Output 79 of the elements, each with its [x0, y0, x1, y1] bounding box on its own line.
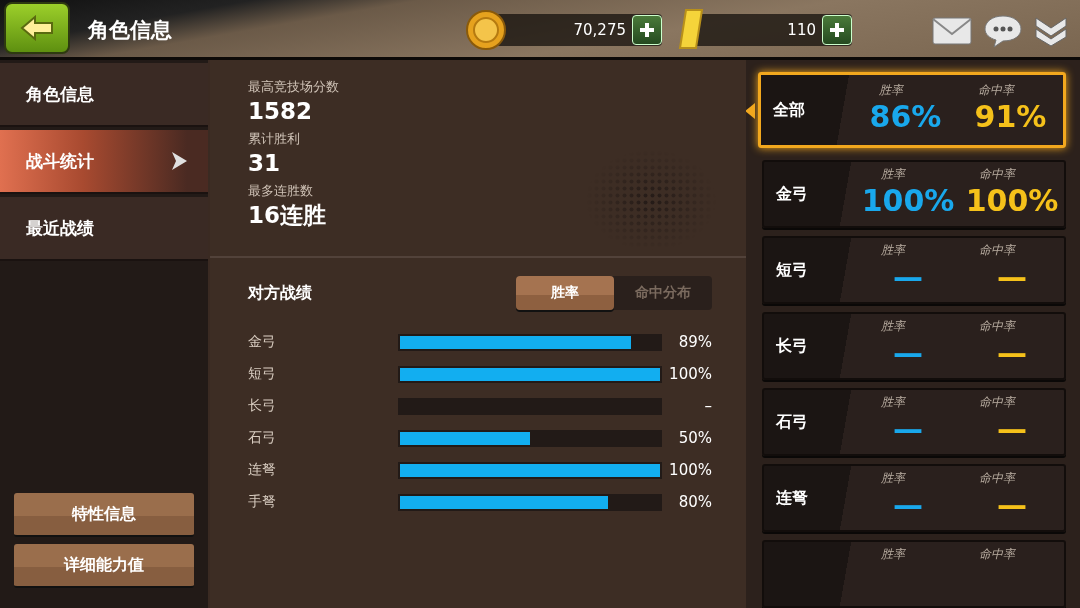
weapon-label: 手弩: [248, 493, 277, 511]
mail-icon[interactable]: [932, 16, 972, 46]
weapon-name: 石弓: [776, 411, 808, 431]
weapon-label: 连弩: [248, 461, 277, 479]
add-ingots-button[interactable]: [822, 15, 852, 45]
section-title: 对方战绩: [248, 282, 312, 304]
win-rate-label: 胜率: [881, 242, 905, 259]
coin-amount: 70,275: [572, 21, 627, 39]
sidebar-item[interactable]: 战斗统计: [0, 130, 208, 194]
win-rate-value: —: [893, 487, 923, 523]
stat-label: 最高竞技场分数: [248, 78, 340, 96]
double-chevron-icon[interactable]: [1034, 15, 1068, 47]
bar-reading: 100%: [668, 461, 712, 479]
chat-icon[interactable]: [984, 14, 1022, 48]
hit-rate-label: 命中率: [979, 318, 1015, 335]
win-rate-value: 86%: [869, 99, 942, 135]
bar-reading: 50%: [677, 429, 712, 447]
chevron-right-icon: [170, 151, 188, 171]
sidebar-button[interactable]: 特性信息: [14, 493, 194, 537]
hit-rate-label: 命中率: [979, 470, 1015, 487]
win-rate-value: —: [893, 411, 923, 447]
hit-rate-value: —: [997, 335, 1027, 371]
weapon-name: 全部: [773, 99, 805, 119]
stat-value: 16连胜: [248, 201, 327, 230]
win-rate-label: 胜率: [881, 394, 905, 411]
win-rate-label: 胜率: [881, 166, 905, 183]
hit-rate-label: 命中率: [979, 394, 1015, 411]
weapon-card[interactable]: 金弓 胜率 100% 命中率 100%: [762, 160, 1066, 228]
hit-rate-label: 命中率: [977, 82, 1014, 99]
win-rate-value: 100%: [861, 183, 955, 219]
weapon-name: 长弓: [776, 335, 808, 355]
plus-icon: [639, 22, 655, 38]
hit-rate-value: —: [997, 411, 1027, 447]
coin-icon: [466, 10, 506, 50]
weapon-card[interactable]: 连弩 胜率 — 命中率 —: [762, 464, 1066, 532]
back-button[interactable]: [4, 2, 70, 54]
weapon-name: 连弩: [776, 487, 808, 507]
sidebar-item[interactable]: 最近战绩: [0, 197, 208, 261]
add-coins-button[interactable]: [632, 15, 662, 45]
pointer-icon: [746, 103, 755, 119]
weapon-name: 金弓: [776, 183, 808, 203]
toggle-tab[interactable]: 胜率: [516, 276, 614, 310]
stat-label: 累计胜利: [248, 130, 301, 148]
bar-reading: 89%: [677, 333, 712, 351]
sidebar-button[interactable]: 详细能力值: [14, 544, 194, 588]
bar-reading: 80%: [677, 493, 712, 511]
weapon-name: 短弓: [776, 259, 808, 279]
win-rate-label: 胜率: [881, 318, 905, 335]
hit-rate-label: 命中率: [979, 166, 1015, 183]
hit-rate-label: 命中率: [979, 546, 1015, 563]
weapon-label: 石弓: [248, 429, 277, 447]
left-arrow-icon: [20, 15, 54, 41]
hit-rate-value: —: [997, 259, 1027, 295]
hit-rate-value: —: [997, 487, 1027, 523]
win-rate-label: 胜率: [881, 546, 905, 563]
win-rate-label: 胜率: [878, 82, 903, 99]
sidebar-item[interactable]: 角色信息: [0, 63, 208, 127]
win-rate-value: —: [893, 335, 923, 371]
ingot-icon: [678, 8, 704, 50]
win-rate-label: 胜率: [881, 470, 905, 487]
hit-rate-value: 100%: [965, 183, 1059, 219]
stat-label: 最多连胜数: [248, 182, 314, 200]
weapon-card[interactable]: 石弓 胜率 — 命中率 —: [762, 388, 1066, 456]
hit-rate-label: 命中率: [979, 242, 1015, 259]
bar-reading: –: [703, 397, 712, 415]
weapon-card[interactable]: 短弓 胜率 — 命中率 —: [762, 236, 1066, 304]
weapon-label: 金弓: [248, 333, 277, 351]
page-title: 角色信息: [88, 17, 172, 44]
hit-rate-value: 91%: [974, 99, 1047, 135]
win-rate-value: —: [893, 259, 923, 295]
weapon-card[interactable]: 胜率 命中率: [762, 540, 1066, 608]
stat-value: 1582: [248, 97, 313, 126]
weapon-label: 长弓: [248, 397, 277, 415]
weapon-label: 短弓: [248, 365, 277, 383]
stat-value: 31: [248, 149, 281, 178]
weapon-card[interactable]: 长弓 胜率 — 命中率 —: [762, 312, 1066, 380]
plus-icon: [829, 22, 845, 38]
ingot-amount: 110: [786, 21, 817, 39]
bar-reading: 100%: [668, 365, 712, 383]
